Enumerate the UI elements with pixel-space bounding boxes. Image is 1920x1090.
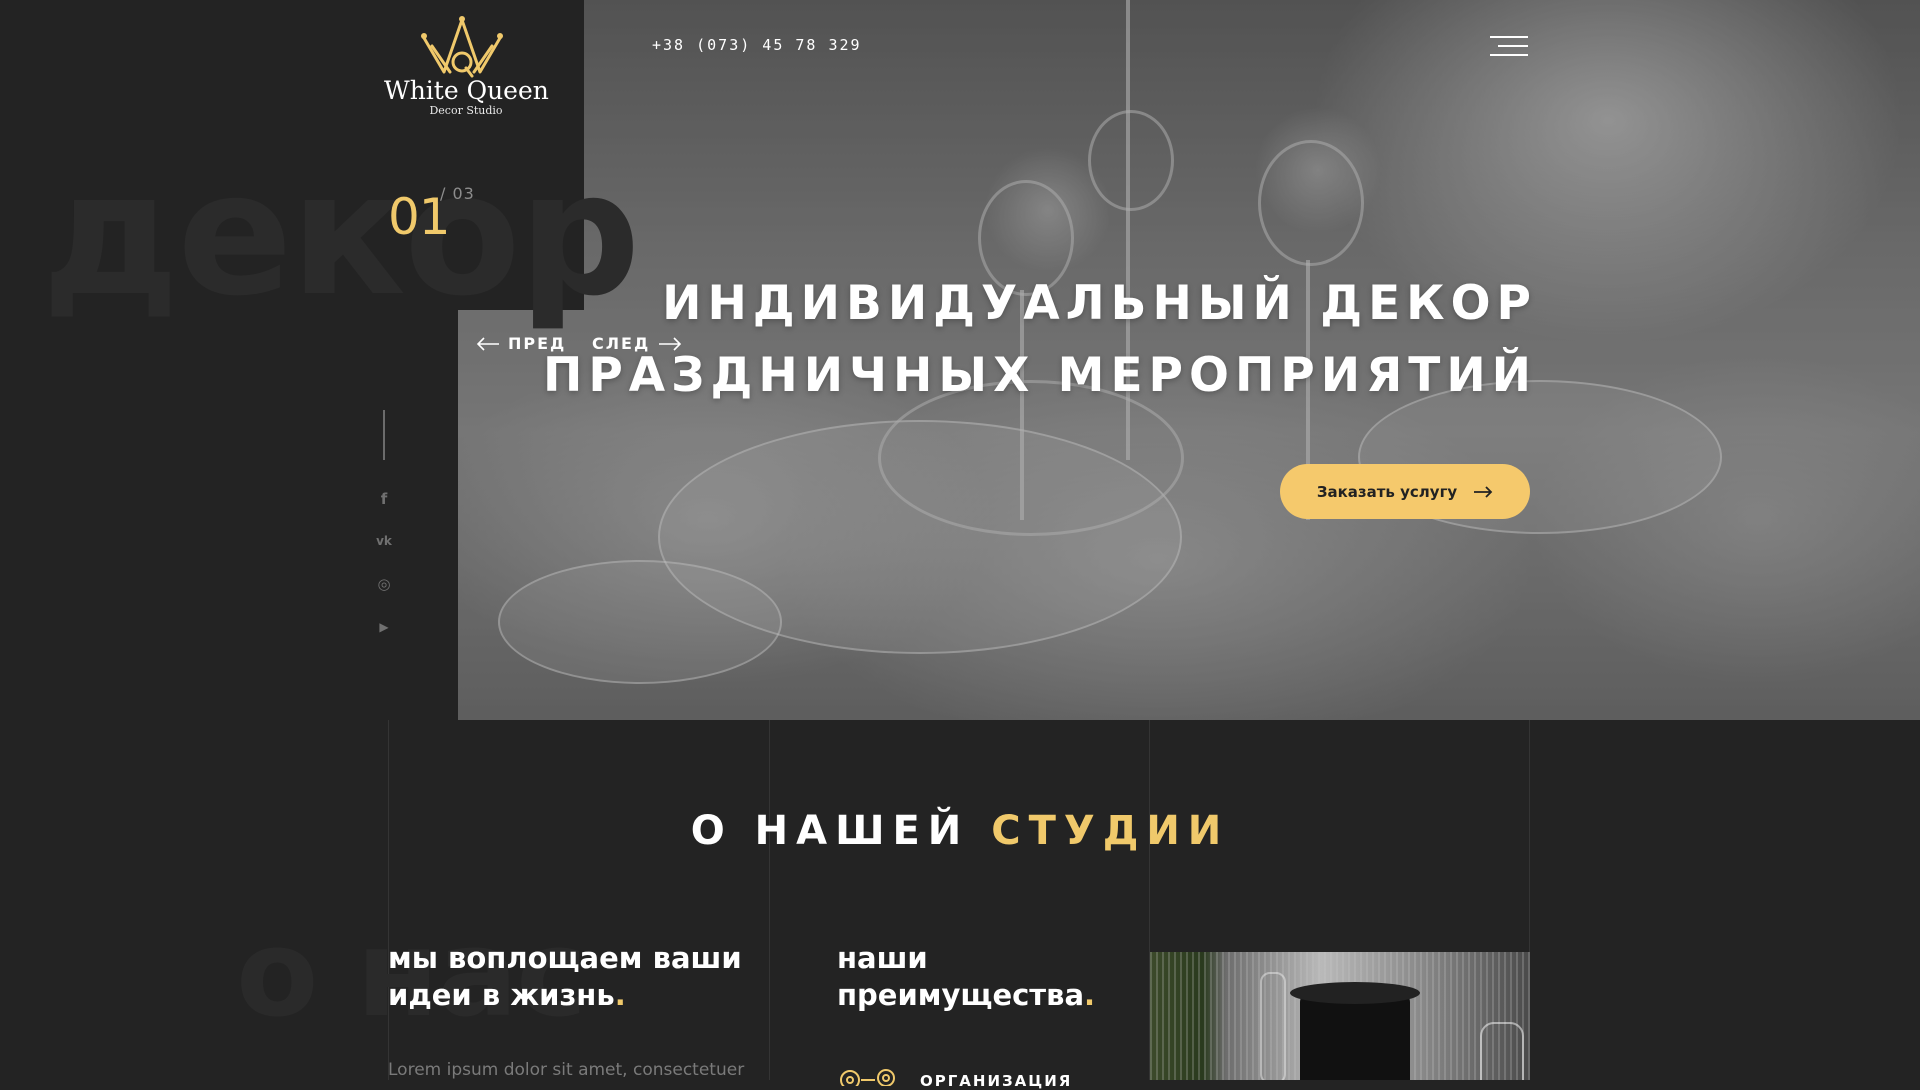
cake-top [1290,982,1420,1004]
advantages-heading: наши преимущества. [837,940,1095,1014]
accent-dot: . [1084,978,1096,1012]
advantage-label: ОРГАНИЗАЦИЯ [920,1072,1073,1090]
hero-title: ИНДИВИДУАЛЬНЫЙ ДЕКОР ПРАЗДНИЧНЫХ МЕРОПРИ… [543,268,1537,412]
hamburger-icon [1490,36,1528,38]
about-heading-line2: идеи в жизнь [388,978,615,1012]
column-divider [769,720,770,1080]
hamburger-icon [1498,45,1528,47]
advantages-heading-line2: преимущества [837,978,1085,1012]
arrow-right-icon [1474,485,1493,498]
brand-subtitle: Decor Studio [429,104,503,117]
about-heading-line1: мы воплощаем ваши [388,941,742,975]
accent-dot: . [614,978,626,1012]
advantages-heading-line1: наши [837,941,928,975]
decor-photo [1150,952,1530,1080]
cake-shape [1300,992,1410,1080]
hero-title-line1: ИНДИВИДУАЛЬНЫЙ ДЕКОР [662,276,1537,331]
hamburger-icon [1490,54,1528,56]
section-title: О НАШЕЙ СТУДИИ [0,808,1920,854]
slide-total: / 03 [440,184,475,203]
brand-name[interactable]: White Queen [384,76,549,105]
section-title-accent: СТУДИИ [991,808,1230,854]
glass-jar [1260,972,1286,1080]
about-text: Lorem ipsum dolor sit amet, consectetuer [388,1060,745,1080]
instagram-icon[interactable]: ◎ [373,573,395,595]
youtube-icon[interactable]: ▶ [373,616,395,638]
phone-number[interactable]: +38 (073) 45 78 329 [652,36,862,54]
vk-icon[interactable]: vk [373,530,395,552]
divider [383,410,385,460]
about-heading: мы воплощаем ваши идеи в жизнь. [388,940,742,1014]
section-title-white: О НАШЕЙ [690,808,970,854]
hero-title-line2: ПРАЗДНИЧНЫХ МЕРОПРИЯТИЙ [542,348,1537,403]
menu-button[interactable] [1490,36,1528,58]
glass-jar [1480,1022,1524,1080]
crown-logo-icon[interactable] [420,16,504,78]
order-service-label: Заказать услугу [1316,482,1458,501]
arrow-left-icon [476,336,499,351]
gears-icon [840,1069,895,1086]
facebook-icon[interactable]: f [373,488,395,510]
order-service-button[interactable]: Заказать услугу [1280,464,1530,519]
